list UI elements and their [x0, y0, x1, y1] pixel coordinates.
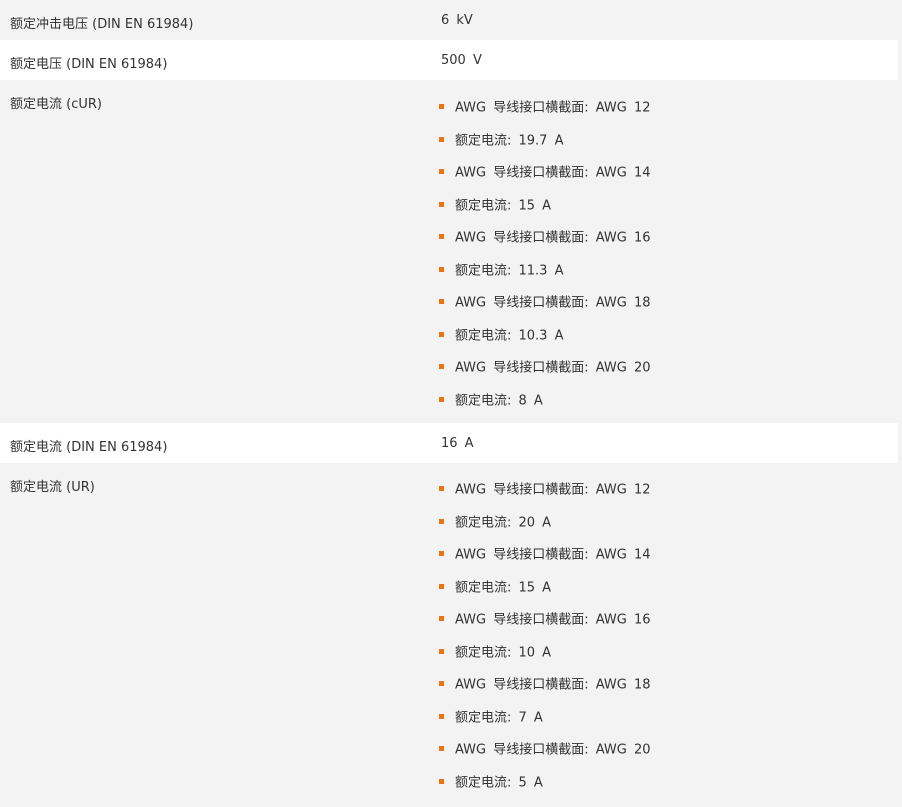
spec-label: 额定电流 (cUR) [10, 97, 102, 112]
list-item-text: 额定电流: 15 A [455, 580, 552, 596]
list-item-text: AWG 导线接口横截面: AWG 14 [455, 165, 651, 181]
square-bullet-icon [439, 104, 444, 110]
list-item-text: AWG 导线接口横截面: AWG 20 [455, 742, 651, 758]
square-bullet-icon [439, 616, 444, 622]
square-bullet-icon [439, 364, 444, 370]
square-bullet-icon [439, 266, 444, 272]
spec-value: 16 A [441, 436, 474, 451]
list-item-text: 额定电流: 10 A [455, 645, 552, 661]
square-bullet-icon [439, 583, 444, 589]
square-bullet-icon [439, 551, 444, 557]
square-bullet-icon [439, 136, 444, 142]
list-item-text: AWG 导线接口横截面: AWG 12 [455, 482, 651, 498]
square-bullet-icon [439, 681, 444, 687]
list-item-text: 额定电流: 8 A [455, 393, 543, 409]
spec-row-rated-current-ur: 额定电流 (UR) AWG 导线接口横截面: AWG 12 额定电流: 20 A… [0, 463, 898, 807]
square-bullet-icon [439, 648, 444, 654]
spec-row-rated-voltage: 额定电压 (DIN EN 61984) 500 V [0, 40, 898, 80]
spec-row-impulse-voltage: 额定冲击电压 (DIN EN 61984) 6 kV [0, 0, 898, 40]
list-item-text: 额定电流: 20 A [455, 515, 552, 531]
list-item-text: AWG 导线接口横截面: AWG 20 [455, 360, 651, 376]
spec-value: 500 V [441, 53, 482, 68]
square-bullet-icon [439, 518, 444, 524]
square-bullet-icon [439, 778, 444, 784]
list-item-text: 额定电流: 10.3 A [455, 328, 564, 344]
list-item-text: AWG 导线接口横截面: AWG 12 [455, 100, 651, 116]
spec-label: 额定冲击电压 (DIN EN 61984) [10, 17, 194, 32]
square-bullet-icon [439, 486, 444, 492]
list-item-text: AWG 导线接口横截面: AWG 18 [455, 295, 651, 311]
spec-value: 6 kV [441, 13, 473, 28]
square-bullet-icon [439, 746, 444, 752]
square-bullet-icon [439, 713, 444, 719]
square-bullet-icon [439, 234, 444, 240]
square-bullet-icon [439, 201, 444, 207]
square-bullet-icon [439, 299, 444, 305]
square-bullet-icon [439, 169, 444, 175]
spec-table: 额定冲击电压 (DIN EN 61984) 6 kV 额定电压 (DIN EN … [0, 0, 902, 807]
list-item-text: 额定电流: 11.3 A [455, 263, 564, 279]
spec-label: 额定电流 (DIN EN 61984) [10, 440, 168, 455]
list-item-text: 额定电流: 19.7 A [455, 133, 564, 149]
list-item-text: 额定电流: 15 A [455, 198, 552, 214]
list-item-text: AWG 导线接口横截面: AWG 14 [455, 547, 651, 563]
square-bullet-icon [439, 396, 444, 402]
list-item-text: 额定电流: 5 A [455, 775, 543, 791]
list-item-text: 额定电流: 7 A [455, 710, 543, 726]
list-item-text: AWG 导线接口横截面: AWG 16 [455, 612, 651, 628]
spec-label: 额定电流 (UR) [10, 480, 95, 495]
square-bullet-icon [439, 331, 444, 337]
list-item-text: AWG 导线接口横截面: AWG 16 [455, 230, 651, 246]
spec-row-rated-current-din: 额定电流 (DIN EN 61984) 16 A [0, 423, 898, 463]
spec-label: 额定电压 (DIN EN 61984) [10, 57, 168, 72]
list-item-text: AWG 导线接口横截面: AWG 18 [455, 677, 651, 693]
spec-row-rated-current-cur: 额定电流 (cUR) AWG 导线接口横截面: AWG 12 额定电流: 19.… [0, 80, 898, 423]
